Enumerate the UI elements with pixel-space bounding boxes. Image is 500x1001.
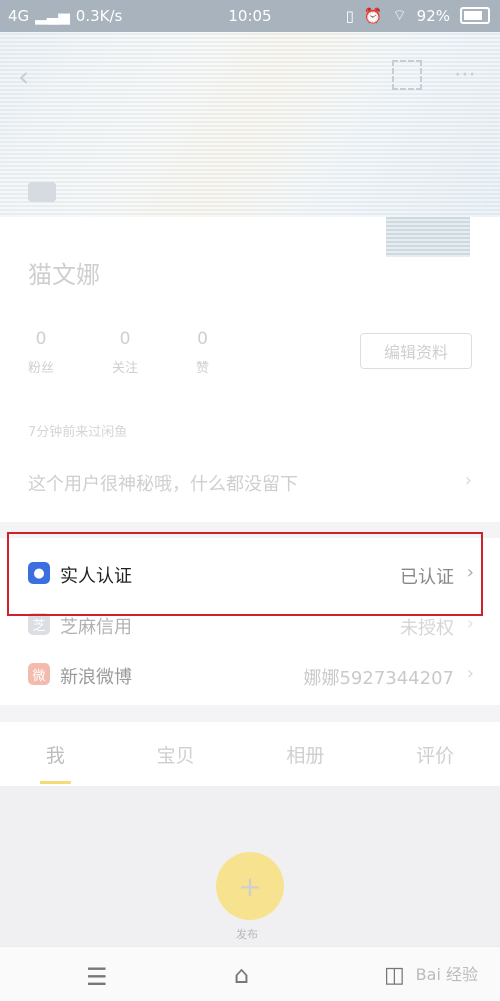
menu-icon[interactable]: ☰ (86, 963, 108, 991)
verify-label: 芝麻信用 (60, 617, 132, 638)
tab-reviews[interactable]: 评价 (404, 731, 466, 778)
vibrate-icon: ▯ (345, 6, 354, 25)
verify-value: 未授权 (400, 618, 454, 639)
profile-section: 猫文娜 0 粉丝 0 关注 0 赞 编辑资料 7分钟前来过闲鱼 这个用户很神秘哦… (0, 217, 500, 522)
stat-label: 粉丝 (28, 361, 55, 376)
battery-icon (460, 7, 490, 24)
tab-album[interactable]: 相册 (274, 731, 336, 778)
tab-items[interactable]: 宝贝 (145, 731, 207, 778)
tab-content: + 发布 (0, 786, 500, 946)
stat-likes[interactable]: 0 赞 (196, 329, 209, 376)
chevron-right-icon: › (464, 470, 472, 491)
publish-label: 发布 (236, 928, 258, 941)
verify-value: 娜娜5927344207 (303, 668, 454, 689)
verify-label: 新浪微博 (60, 667, 132, 688)
stat-label: 赞 (196, 361, 210, 376)
profile-tabs: 我 宝贝 相册 评价 (0, 722, 500, 786)
home-icon[interactable]: ⌂ (234, 961, 249, 989)
back-icon[interactable]: ◫ (384, 963, 405, 988)
stat-value: 0 (197, 329, 208, 349)
stat-value: 0 (119, 329, 131, 349)
stats-row: 0 粉丝 0 关注 0 赞 (28, 329, 209, 376)
stat-label: 关注 (112, 361, 139, 376)
camera-icon[interactable] (28, 182, 56, 202)
chevron-right-icon: › (466, 613, 474, 634)
stat-value: 0 (35, 329, 47, 349)
zhima-icon: 芝 (28, 613, 50, 635)
back-arrow-icon[interactable]: ‹ (18, 60, 29, 93)
tab-me[interactable]: 我 (34, 731, 77, 784)
watermark: Bai 经验 (415, 965, 478, 984)
avatar[interactable] (386, 217, 470, 257)
battery-percent: 92% (416, 6, 450, 25)
weibo-icon: 微 (28, 663, 50, 685)
last-seen: 7分钟前来过闲鱼 (28, 425, 128, 440)
profile-cover[interactable]: ‹ ⋯ (0, 32, 500, 217)
bio-text[interactable]: 这个用户很神秘哦，什么都没留下 (28, 470, 298, 496)
stat-following[interactable]: 0 关注 (112, 329, 138, 376)
status-bar: 4G ▂▃▅ 0.3K/s 10:05 ▯ ⏰ ⌔ 92% (0, 0, 500, 32)
qr-code-icon[interactable] (392, 60, 422, 90)
system-nav-bar: ☰ ⌂ ◫ Bai 经验 (0, 946, 500, 1001)
publish-button[interactable]: + (216, 852, 284, 920)
username: 猫文娜 (28, 261, 100, 289)
stat-fans[interactable]: 0 粉丝 (28, 329, 54, 376)
plus-icon: + (238, 869, 262, 903)
edit-profile-button[interactable]: 编辑资料 (360, 333, 472, 369)
wifi-icon: ⌔ (392, 6, 407, 24)
verify-row-weibo[interactable]: 微 新浪微博 娜娜5927344207 › (0, 651, 500, 699)
more-icon[interactable]: ⋯ (454, 62, 476, 87)
highlight-box (7, 532, 483, 616)
chevron-right-icon: › (466, 663, 474, 684)
alarm-icon: ⏰ (363, 6, 383, 25)
